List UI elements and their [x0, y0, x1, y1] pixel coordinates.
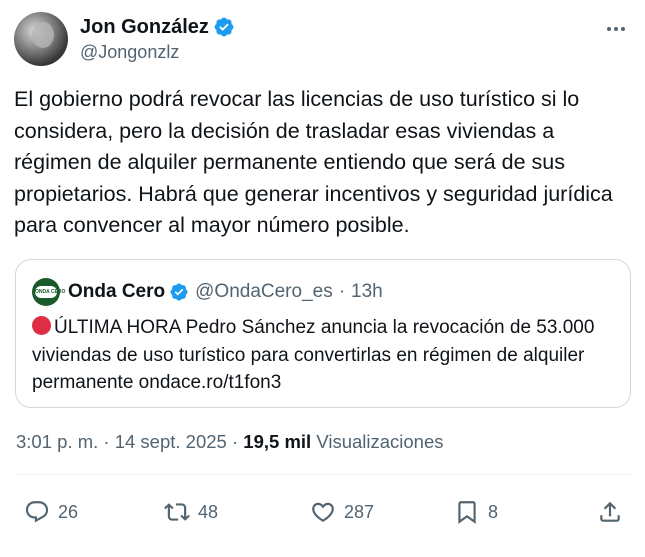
- onda-cero-logo[interactable]: ONDA CERO: [32, 278, 65, 306]
- like-button[interactable]: 287: [310, 498, 374, 526]
- meta-separator: ·: [103, 431, 110, 452]
- quoted-tweet-header: ONDA CERO Onda Cero @OndaCero_es · 13h: [32, 278, 383, 306]
- avatar-figure: [32, 22, 54, 48]
- quoted-verified-badge-icon: [170, 283, 188, 301]
- meta-separator: ·: [231, 431, 239, 452]
- bookmark-button[interactable]: 8: [454, 498, 498, 526]
- share-button[interactable]: [597, 498, 623, 526]
- quoted-handle[interactable]: @OndaCero_es: [195, 281, 333, 303]
- like-count: 287: [344, 501, 375, 522]
- tweet-text: El gobierno podrá revocar las licencias …: [14, 87, 613, 237]
- author-handle[interactable]: @Jongonzlz: [80, 42, 235, 63]
- views-count: 19,5 mil: [243, 431, 312, 452]
- share-icon: [600, 501, 620, 522]
- more-options-icon[interactable]: [602, 18, 630, 40]
- author-names: Jon González @Jongonzlz: [80, 14, 235, 63]
- divider: [14, 474, 632, 475]
- tweet-header: Jon González @Jongonzlz: [14, 12, 634, 68]
- repost-icon: [164, 503, 190, 521]
- action-bar: 26 48 287 8: [0, 490, 645, 534]
- tweet-meta: 3:01 p. m. · 14 sept. 2025 · 19,5 mil Vi…: [16, 431, 444, 453]
- author-display-name[interactable]: Jon González: [80, 16, 209, 39]
- views-label: Visualizaciones: [316, 431, 444, 452]
- bookmark-count: 8: [488, 501, 499, 522]
- quoted-text: ÚLTIMA HORA Pedro Sánchez anuncia la rev…: [32, 317, 595, 393]
- heart-icon: [312, 502, 334, 522]
- bookmark-icon: [458, 501, 476, 524]
- tweet-date[interactable]: 14 sept. 2025: [115, 431, 227, 452]
- repost-count: 48: [198, 501, 219, 522]
- quoted-separator: ·: [338, 281, 346, 302]
- reply-button[interactable]: 26: [24, 498, 78, 526]
- repost-button[interactable]: 48: [164, 498, 218, 526]
- red-circle-icon: [32, 316, 51, 335]
- verified-badge-icon: [214, 17, 234, 37]
- quoted-tweet-card[interactable]: ONDA CERO Onda Cero @OndaCero_es · 13h Ú…: [15, 259, 631, 408]
- reply-count: 26: [58, 501, 79, 522]
- reply-icon: [25, 501, 49, 523]
- quoted-display-name[interactable]: Onda Cero: [68, 281, 165, 303]
- quoted-text-block: ÚLTIMA HORA Pedro Sánchez anuncia la rev…: [32, 314, 612, 397]
- author-display-row: Jon González: [80, 14, 235, 40]
- author-avatar[interactable]: [14, 12, 68, 66]
- tweet-time[interactable]: 3:01 p. m.: [16, 431, 98, 452]
- onda-cero-logo-text: ONDA CERO: [35, 286, 65, 298]
- quoted-time[interactable]: 13h: [351, 281, 383, 303]
